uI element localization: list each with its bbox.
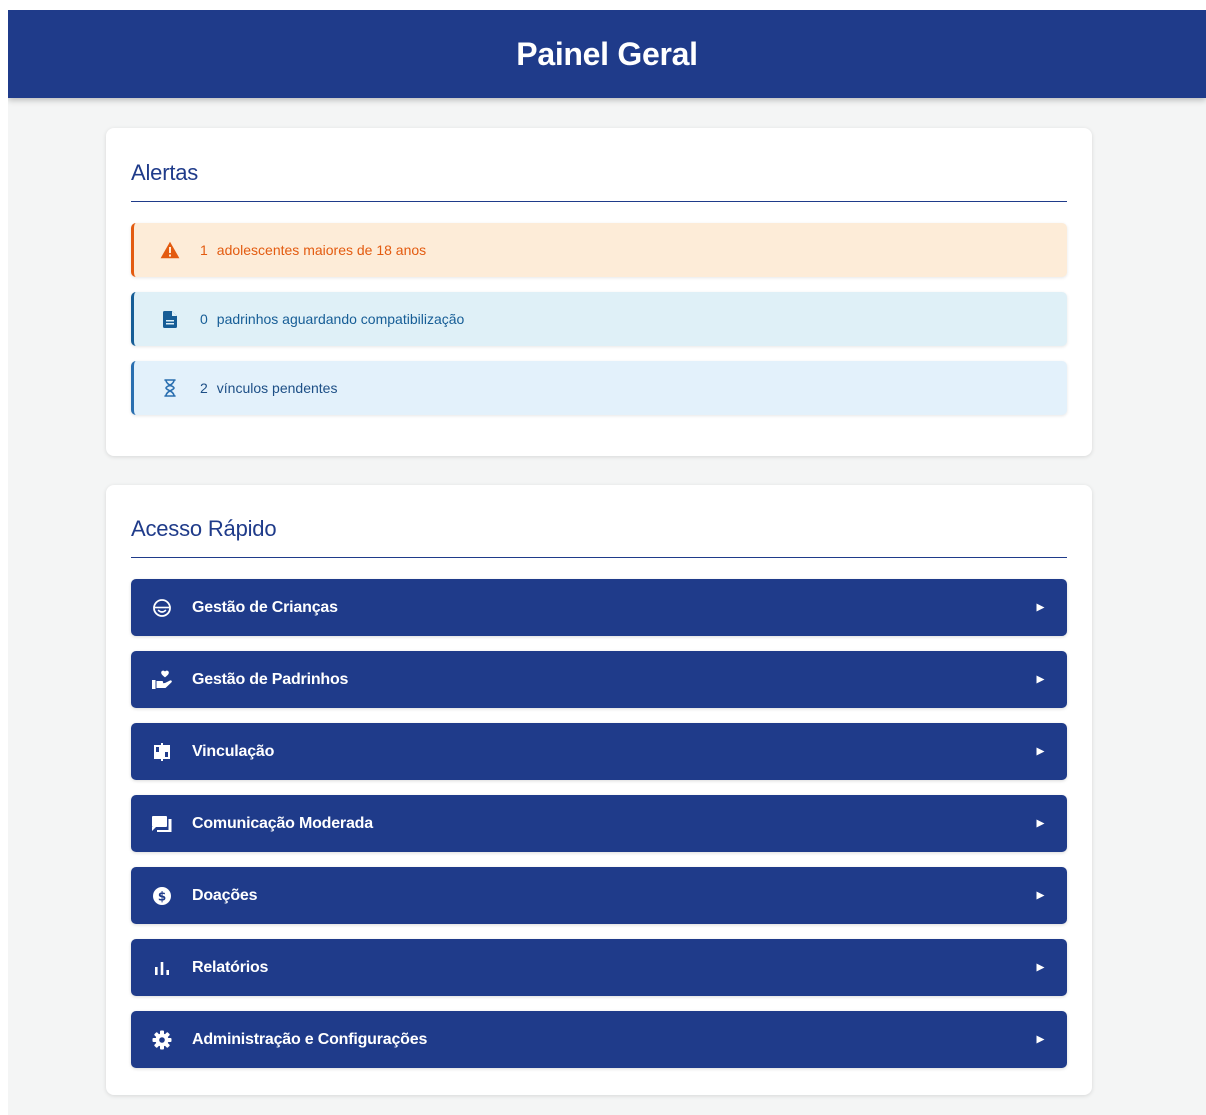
caret-right-icon [1035,963,1045,973]
caret-right-icon [1035,603,1045,613]
top-header: Painel Geral [8,10,1206,98]
alerts-title-divider [131,201,1067,202]
link-book-icon [151,741,173,763]
nav-moderated-communication-button[interactable]: Comunicação Moderada [131,795,1067,852]
quick-access-card: Acesso Rápido Gestão de Crianças Gestão … [106,485,1092,1095]
caret-right-icon [1035,891,1045,901]
nav-sponsors-management-button[interactable]: Gestão de Padrinhos [131,651,1067,708]
nav-button-label: Gestão de Crianças [192,598,338,616]
alert-text: adolescentes maiores de 18 anos [216,242,427,258]
nav-donations-button[interactable]: $ Doações [131,867,1067,924]
caret-right-icon [1035,819,1045,829]
alert-pending-links[interactable]: 2 vínculos pendentes [131,361,1067,415]
quick-access-title: Acesso Rápido [131,516,277,541]
alert-count: 2 [200,380,208,396]
nav-button-label: Vinculação [192,742,275,760]
nav-admin-settings-button[interactable]: Administração e Configurações [131,1011,1067,1068]
alert-text: vínculos pendentes [216,380,338,396]
alert-count: 0 [200,311,208,327]
alert-count: 1 [200,242,208,258]
child-face-icon [151,597,173,619]
caret-right-icon [1035,747,1045,757]
quick-access-title-divider [131,557,1067,558]
chat-bubbles-icon [151,813,173,835]
nav-reports-button[interactable]: Relatórios [131,939,1067,996]
bar-chart-icon [151,957,173,979]
hourglass-icon [159,377,181,399]
nav-button-label: Administração e Configurações [192,1030,428,1048]
alert-text: padrinhos aguardando compatibilização [216,311,465,327]
alert-adolescents-over-18[interactable]: 1 adolescentes maiores de 18 anos [131,223,1067,277]
caret-right-icon [1035,675,1045,685]
warning-icon [159,239,181,261]
nav-button-label: Gestão de Padrinhos [192,670,349,688]
alerts-card: Alertas 1 adolescentes maiores de 18 ano… [106,128,1092,456]
nav-children-management-button[interactable]: Gestão de Crianças [131,579,1067,636]
nav-button-label: Doações [192,886,258,904]
nav-linking-button[interactable]: Vinculação [131,723,1067,780]
page-title: Painel Geral [516,35,698,72]
alert-sponsors-awaiting[interactable]: 0 padrinhos aguardando compatibilização [131,292,1067,346]
nav-button-label: Relatórios [192,958,269,976]
document-icon [159,308,181,330]
caret-right-icon [1035,1035,1045,1045]
svg-text:$: $ [158,889,166,903]
nav-button-label: Comunicação Moderada [192,814,373,832]
app-page: Painel Geral Alertas 1 adolescentes maio… [8,10,1206,1115]
dollar-coin-icon: $ [151,885,173,907]
alerts-title: Alertas [131,160,199,185]
gear-icon [151,1029,173,1051]
volunteer-hand-heart-icon [151,669,173,691]
